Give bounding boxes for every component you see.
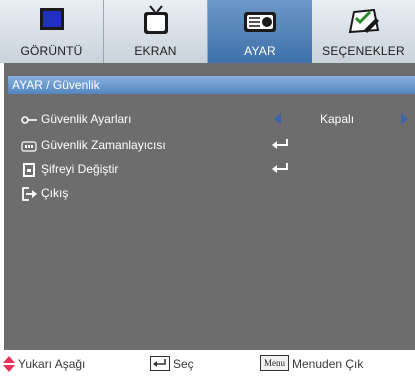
tab-label: AYAR [244, 44, 276, 58]
key-icon [21, 116, 37, 124]
menu-item-cikis[interactable]: Çıkış [4, 183, 415, 203]
enter-key-icon [150, 356, 170, 371]
timer-icon [21, 141, 37, 152]
tab-ekran[interactable]: EKRAN [104, 0, 208, 63]
menu-item-guvenlik-ayarlari[interactable]: Güvenlik Ayarları Kapalı [4, 109, 415, 129]
options-icon [348, 8, 379, 34]
projector-icon [244, 12, 276, 32]
arrow-right-icon[interactable] [401, 113, 408, 125]
menu-item-guvenlik-zamanlayicisi[interactable]: Güvenlik Zamanlayıcısı [4, 135, 415, 155]
footer-bar: Yukarı Aşağı Seç Menu Menuden Çık [0, 350, 415, 378]
tab-ayar[interactable]: AYAR [208, 0, 312, 63]
menu-item-label: Çıkış [41, 186, 69, 200]
tab-label: EKRAN [134, 44, 177, 58]
arrow-left-icon[interactable] [274, 113, 281, 125]
enter-icon [272, 163, 288, 173]
footer-exit-label: Menuden Çık [292, 357, 364, 371]
tv-icon [143, 5, 168, 34]
footer-nav-label: Yukarı Aşağı [18, 357, 86, 371]
menu-item-sifreyi-degistir[interactable]: Şifreyi Değiştir [4, 159, 415, 179]
lock-icon [23, 163, 35, 177]
menu-panel: AYAR / Güvenlik Güvenlik Ayarları Kapalı… [4, 63, 415, 350]
tab-label: GÖRÜNTÜ [20, 44, 83, 58]
section-title: AYAR / Güvenlik [12, 78, 100, 92]
enter-icon [272, 139, 288, 149]
osd-menu: GÖRÜNTÜ EKRAN AYAR SEÇENEKLER AYAR / Güv… [0, 0, 415, 378]
tab-bar: GÖRÜNTÜ EKRAN AYAR SEÇENEKLER [0, 0, 415, 63]
exit-icon [22, 187, 37, 201]
menu-item-label: Güvenlik Zamanlayıcısı [41, 138, 166, 152]
menu-item-value: Kapalı [320, 112, 355, 126]
footer-select-label: Seç [173, 357, 194, 371]
up-down-arrow-icon [3, 356, 15, 372]
monitor-icon [39, 8, 64, 30]
menu-key-icon: Menu [260, 355, 289, 371]
menu-item-label: Şifreyi Değiştir [41, 162, 119, 176]
menu-item-label: Güvenlik Ayarları [41, 112, 132, 126]
tab-secenekler[interactable]: SEÇENEKLER [312, 0, 415, 63]
section-header: AYAR / Güvenlik [8, 76, 415, 94]
tab-goruntu[interactable]: GÖRÜNTÜ [0, 0, 104, 63]
tab-label: SEÇENEKLER [322, 44, 405, 58]
